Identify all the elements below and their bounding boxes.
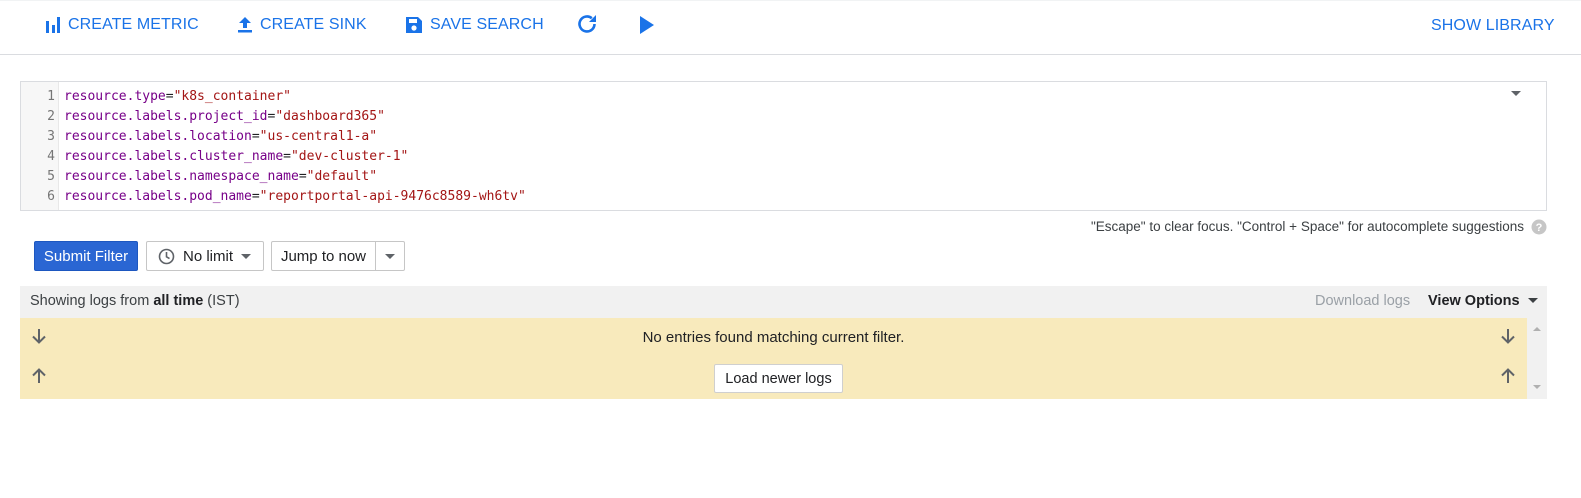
submit-filter-label: Submit Filter	[43, 247, 129, 265]
log-header-bar: Showing logs from all time (IST) Downloa…	[20, 286, 1547, 318]
log-range-value: all time	[153, 293, 204, 309]
field-name: resource.labels.cluster_name	[64, 149, 284, 164]
chevron-down-icon	[385, 254, 395, 259]
field-name: resource.type	[64, 89, 166, 104]
save-search-button[interactable]: SAVE SEARCH	[404, 13, 544, 37]
field-value: "us-central1-a"	[259, 129, 378, 144]
line-number: 1	[47, 89, 55, 104]
line-code: resource.labels.namespace_name="default"	[64, 167, 377, 187]
jump-to-now-label: Jump to now	[280, 247, 367, 265]
show-library-button[interactable]: SHOW LIBRARY	[1431, 14, 1555, 38]
query-editor[interactable]: 1 resource.type="k8s_container" 2 resource.…	[20, 81, 1547, 211]
query-line[interactable]: 3 resource.labels.location="us-central1-a…	[21, 127, 1501, 147]
line-number: 3	[47, 129, 55, 144]
submit-filter-button[interactable]: Submit Filter	[34, 241, 138, 271]
log-scrollbar[interactable]	[1527, 318, 1547, 399]
refresh-icon	[578, 15, 596, 33]
query-line[interactable]: 1 resource.type="k8s_container"	[21, 87, 1501, 107]
clock-icon	[158, 248, 175, 264]
download-logs-link[interactable]: Download logs	[1315, 293, 1410, 309]
query-line[interactable]: 5 resource.labels.namespace_name="default…	[21, 167, 1501, 187]
load-newer-logs-label: Load newer logs	[725, 370, 832, 387]
chevron-down-icon[interactable]	[1510, 90, 1522, 98]
log-range-timezone: (IST)	[203, 293, 240, 309]
operator: =	[298, 169, 307, 184]
operator: =	[165, 89, 174, 104]
log-entries-area: No entries found matching current filter…	[20, 318, 1527, 399]
chevron-down-icon	[241, 254, 251, 259]
line-code: resource.labels.location="us-central1-a"	[64, 127, 377, 147]
query-line[interactable]: 2 resource.labels.project_id="dashboard36…	[21, 107, 1501, 127]
refresh-button[interactable]	[575, 12, 599, 36]
arrow-up-icon[interactable]	[30, 367, 48, 385]
operator: =	[283, 149, 291, 164]
log-range-prefix: Showing logs from	[30, 293, 154, 309]
line-number: 5	[47, 169, 55, 184]
create-sink-label: CREATE SINK	[260, 16, 367, 33]
time-limit-select[interactable]: No limit	[146, 241, 264, 271]
toolbar: CREATE METRIC CREATE SINK SAVE SEARCH SH…	[0, 0, 1581, 55]
line-code: resource.labels.project_id="dashboard365…	[64, 107, 385, 127]
line-number: 2	[47, 109, 55, 124]
query-line[interactable]: 6 resource.labels.pod_name="reportportal-…	[21, 187, 1501, 207]
view-options-dropdown[interactable]: View Options	[1428, 293, 1538, 309]
create-metric-label: CREATE METRIC	[68, 16, 199, 33]
line-number: 4	[47, 149, 55, 164]
load-newer-logs-button[interactable]: Load newer logs	[714, 364, 843, 393]
line-code: resource.labels.cluster_name="dev-cluste…	[64, 147, 408, 167]
play-icon	[640, 16, 654, 34]
field-name: resource.labels.project_id	[64, 109, 268, 124]
create-metric-button[interactable]: CREATE METRIC	[44, 13, 199, 37]
operator: =	[251, 189, 260, 204]
view-options-label: View Options	[1428, 293, 1520, 309]
scroll-down-icon[interactable]	[1533, 384, 1541, 390]
help-icon[interactable]: ?	[1531, 219, 1547, 235]
chevron-down-icon	[1527, 298, 1538, 303]
field-value: "dev-cluster-1"	[290, 149, 409, 164]
line-code: resource.labels.pod_name="reportportal-a…	[64, 187, 526, 207]
field-name: resource.labels.location	[64, 129, 252, 144]
create-sink-button[interactable]: CREATE SINK	[236, 13, 367, 37]
time-limit-value: No limit	[183, 247, 234, 265]
svg-text:?: ?	[1536, 222, 1543, 234]
jump-options-dropdown[interactable]	[375, 241, 405, 271]
show-library-label: SHOW LIBRARY	[1431, 17, 1555, 34]
scroll-up-icon[interactable]	[1533, 326, 1541, 332]
upload-icon	[238, 17, 252, 33]
line-number: 6	[47, 189, 55, 204]
empty-state-message: No entries found matching current filter…	[642, 329, 905, 346]
query-line[interactable]: 4 resource.labels.cluster_name="dev-clust…	[21, 147, 1501, 167]
arrow-down-icon[interactable]	[1499, 327, 1517, 345]
arrow-up-icon[interactable]	[1499, 367, 1517, 385]
field-value: "dashboard365"	[275, 109, 385, 124]
bar-chart-icon	[46, 17, 60, 33]
save-icon	[406, 17, 422, 33]
operator: =	[251, 129, 260, 144]
field-value: "reportportal-api-9476c8589-wh6tv"	[259, 189, 526, 204]
field-name: resource.labels.namespace_name	[64, 169, 299, 184]
save-search-label: SAVE SEARCH	[430, 16, 544, 33]
log-range-text: Showing logs from all time (IST)	[30, 293, 240, 309]
jump-to-now-button[interactable]: Jump to now	[271, 241, 376, 271]
editor-hint: "Escape" to clear focus. "Control + Spac…	[1090, 219, 1524, 234]
field-name: resource.labels.pod_name	[64, 189, 252, 204]
line-code: resource.type="k8s_container"	[64, 87, 291, 107]
stream-logs-button[interactable]	[638, 13, 656, 37]
field-value: "default"	[306, 169, 378, 184]
field-value: "k8s_container"	[173, 89, 291, 104]
